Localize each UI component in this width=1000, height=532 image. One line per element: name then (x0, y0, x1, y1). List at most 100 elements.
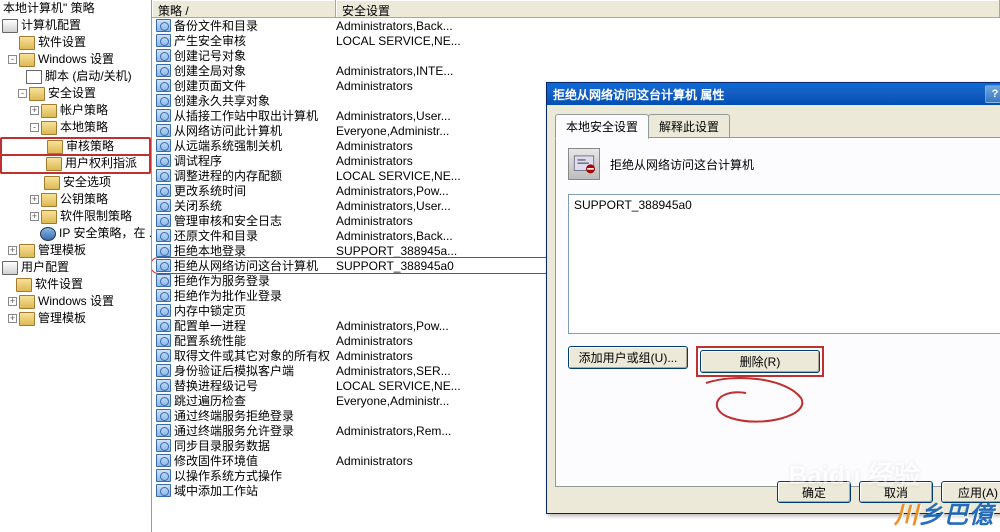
folder-icon (41, 121, 57, 135)
list-item[interactable]: SUPPORT_388945a0 (574, 198, 1000, 212)
policy-item-icon (156, 34, 171, 47)
policy-item-icon (156, 79, 171, 92)
tab-explain[interactable]: 解释此设置 (648, 114, 730, 138)
add-user-button[interactable]: 添加用户或组(U)... (568, 346, 688, 369)
policy-item-icon (156, 259, 171, 272)
tree-highlight-box: 审核策略 (0, 137, 151, 156)
expander-icon[interactable]: - (8, 55, 17, 64)
folder-icon (41, 193, 57, 207)
expander-icon[interactable]: + (8, 314, 17, 323)
policy-item-icon (156, 334, 171, 347)
tree-windows2[interactable]: +Windows 设置 (0, 293, 151, 310)
col-security-header[interactable]: 安全设置 (336, 0, 1000, 17)
tree-local[interactable]: -本地策略 (0, 119, 151, 136)
policy-item-icon (156, 244, 171, 257)
col-policy-header[interactable]: 策略 / (152, 0, 336, 17)
folder-icon (19, 312, 35, 326)
policy-item-icon (156, 394, 171, 407)
policy-item-icon (156, 199, 171, 212)
folder-icon (41, 104, 57, 118)
tree-root[interactable]: 本地计算机" 策略 (0, 0, 151, 17)
policy-value: Administrators,INTE... (336, 64, 996, 78)
policy-item-icon (156, 94, 171, 107)
policy-item-icon (156, 169, 171, 182)
folder-icon (44, 176, 60, 190)
policy-item-icon (156, 289, 171, 302)
tree-account[interactable]: +帐户策略 (0, 102, 151, 119)
policy-item-icon (156, 64, 171, 77)
properties-dialog: 拒绝从网络访问这台计算机 属性 ? ✕ 本地安全设置 解释此设置 拒绝从网络访问… (546, 82, 1000, 514)
folder-icon (19, 295, 35, 309)
expander-icon[interactable]: + (8, 297, 17, 306)
policy-item-icon (156, 154, 171, 167)
policy-name: 域中添加工作站 (174, 482, 258, 498)
dialog-tabs: 本地安全设置 解释此设置 (555, 114, 1000, 138)
policy-item-icon (156, 19, 171, 32)
folder-icon (46, 157, 62, 171)
tree-scripts[interactable]: 脚本 (启动/关机) (0, 68, 151, 85)
expander-icon[interactable]: - (18, 89, 27, 98)
tree-windows[interactable]: -Windows 设置 (0, 51, 151, 68)
policy-item-icon (156, 364, 171, 377)
folder-icon (19, 53, 35, 67)
folder-icon (16, 278, 32, 292)
policy-item-icon (156, 229, 171, 242)
shield-icon (29, 87, 45, 101)
tree-userconfig[interactable]: 用户配置 (0, 259, 151, 276)
apply-button[interactable]: 应用(A) (941, 481, 1000, 503)
expander-icon[interactable]: + (8, 246, 17, 255)
script-icon (26, 70, 42, 84)
policy-row[interactable]: 创建记号对象 (152, 48, 1000, 63)
dialog-heading: 拒绝从网络访问这台计算机 (610, 156, 754, 173)
policy-item-icon (156, 349, 171, 362)
help-button[interactable]: ? (985, 85, 1000, 103)
tree-software2[interactable]: 软件设置 (0, 276, 151, 293)
tree-user-rights[interactable]: 用户权利指派 (0, 155, 151, 174)
policy-icon (568, 148, 600, 180)
expander-icon[interactable]: + (30, 195, 39, 204)
policy-item-icon (156, 214, 171, 227)
expander-icon[interactable]: + (30, 212, 39, 221)
policy-item-icon (156, 469, 171, 482)
tree-security[interactable]: -安全设置 (0, 85, 151, 102)
book-icon (2, 19, 18, 33)
tree-ipsec[interactable]: IP 安全策略，在 ... (0, 225, 151, 242)
folder-icon (19, 244, 35, 258)
policy-value: LOCAL SERVICE,NE... (336, 34, 996, 48)
tree-secopts[interactable]: 安全选项 (0, 174, 151, 191)
policy-value: Administrators,Back... (336, 19, 996, 33)
policy-row[interactable]: 产生安全审核LOCAL SERVICE,NE... (152, 33, 1000, 48)
policy-item-icon (156, 379, 171, 392)
policy-item-icon (156, 49, 171, 62)
tree-software[interactable]: 软件设置 (0, 34, 151, 51)
expander-icon[interactable]: - (30, 123, 39, 132)
policy-item-icon (156, 409, 171, 422)
folder-icon (41, 210, 57, 224)
policy-item-icon (156, 484, 171, 497)
tab-local-security[interactable]: 本地安全设置 (555, 114, 649, 139)
tree-pubkey[interactable]: +公钥策略 (0, 191, 151, 208)
policy-item-icon (156, 274, 171, 287)
delete-button[interactable]: 删除(R) (700, 350, 820, 373)
expander-icon[interactable]: + (30, 106, 39, 115)
folder-icon (19, 36, 35, 50)
ok-button[interactable]: 确定 (777, 481, 851, 503)
dialog-titlebar[interactable]: 拒绝从网络访问这台计算机 属性 ? ✕ (547, 83, 1000, 105)
policy-item-icon (156, 454, 171, 467)
policy-item-icon (156, 304, 171, 317)
list-header: 策略 / 安全设置 (152, 0, 1000, 18)
ip-icon (40, 227, 56, 241)
policy-item-icon (156, 184, 171, 197)
users-listbox[interactable]: SUPPORT_388945a0 (568, 194, 1000, 334)
tree-computer-config[interactable]: 计算机配置 (0, 17, 151, 34)
tree-admintpl[interactable]: +管理模板 (0, 242, 151, 259)
tree-admintpl2[interactable]: +管理模板 (0, 310, 151, 327)
annotation-scribble (696, 368, 816, 438)
policy-row[interactable]: 备份文件和目录Administrators,Back... (152, 18, 1000, 33)
policy-row[interactable]: 创建全局对象Administrators,INTE... (152, 63, 1000, 78)
cancel-button[interactable]: 取消 (859, 481, 933, 503)
policy-item-icon (156, 424, 171, 437)
tree-softrestrict[interactable]: +软件限制策略 (0, 208, 151, 225)
folder-icon (47, 140, 63, 154)
tree-audit[interactable]: 审核策略 (66, 139, 148, 154)
